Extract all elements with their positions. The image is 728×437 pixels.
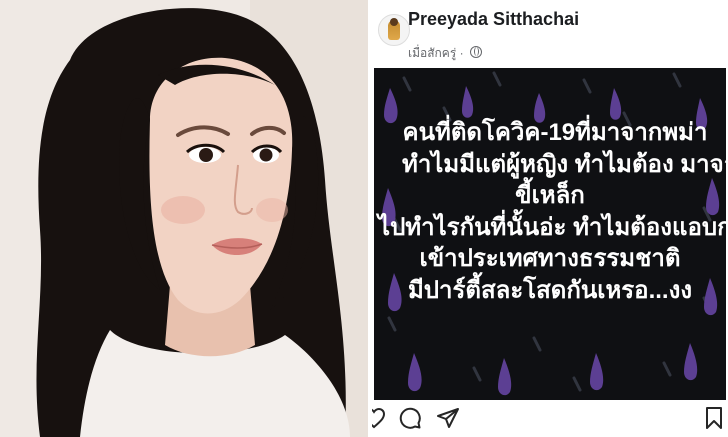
comment-icon[interactable] [398, 406, 422, 430]
post-meta: เมื่อสักครู่ · [408, 44, 482, 63]
facebook-post: Preeyada Sitthachai เมื่อสักครู่ · คนที่… [372, 0, 728, 437]
bookmark-icon[interactable] [702, 406, 726, 430]
avatar-head [390, 18, 398, 26]
share-icon[interactable] [436, 406, 460, 430]
caption-line-2: ทำไมมีแต่ผู้หญิง ทำไมต้อง มาจากท่า [402, 150, 726, 178]
caption-line-3: ขี้เหล็ก [515, 182, 585, 209]
caption-line-4: ไปทำไรกันที่นั้นอ่ะ ทำไมต้องแอบกลับ [378, 213, 726, 241]
post-header: Preeyada Sitthachai เมื่อสักครู่ · [372, 0, 728, 68]
meta-separator: · [459, 46, 464, 60]
caption-line-6: มีปาร์ตี้สละโสดกันเหรอ...งง [407, 276, 693, 304]
action-bar [372, 400, 728, 437]
avatar[interactable] [378, 14, 410, 46]
caption-line-1: คนที่ติดโควิค-19ที่มาจากพม่า [402, 119, 708, 146]
image-caption: คนที่ติดโควิค-19ที่มาจากพม่า ทำไมมีแต่ผู… [374, 117, 726, 306]
post-image[interactable]: คนที่ติดโควิค-19ที่มาจากพม่า ทำไมมีแต่ผู… [374, 68, 726, 400]
author-name[interactable]: Preeyada Sitthachai [408, 9, 579, 30]
heart-icon[interactable] [372, 406, 386, 430]
caption-line-5: เข้าประเทศทางธรรมชาติ [419, 245, 681, 272]
globe-icon [469, 46, 482, 58]
portrait-photo [0, 0, 368, 437]
post-timestamp[interactable]: เมื่อสักครู่ [408, 46, 456, 60]
